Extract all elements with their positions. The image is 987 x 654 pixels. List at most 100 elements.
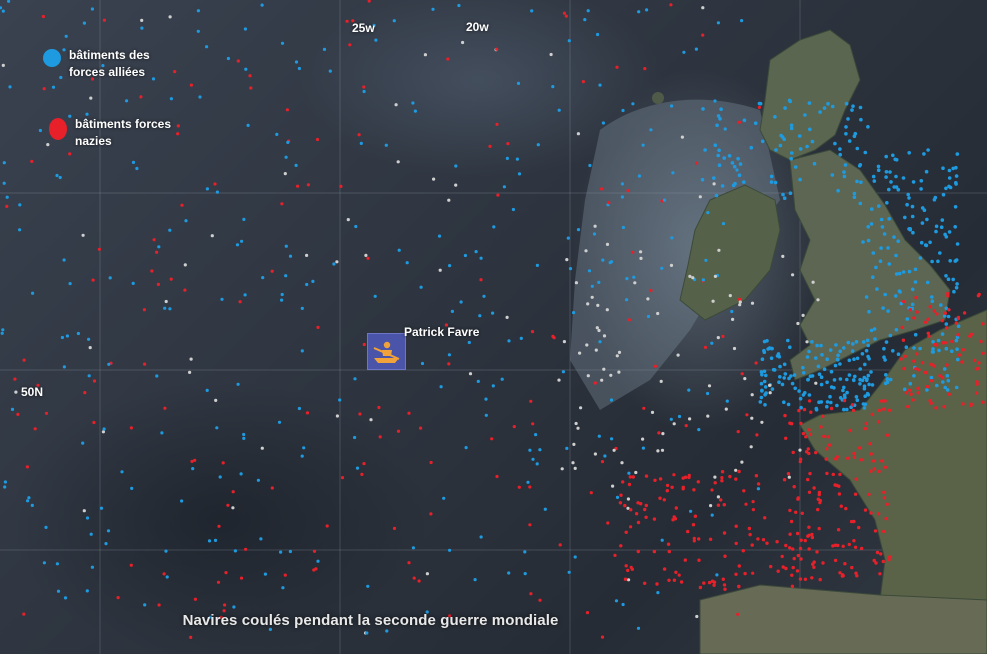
- sunk-ship-dot: [701, 107, 705, 111]
- sunk-ship-dot: [644, 474, 649, 478]
- sunk-ship-dot: [260, 446, 264, 450]
- sunk-ship-dot: [432, 177, 436, 181]
- sunk-ship-dot: [55, 562, 60, 566]
- sunk-ship-dot: [791, 565, 795, 570]
- sunk-ship-dot: [41, 14, 46, 19]
- sunk-ship-dot: [81, 441, 85, 445]
- sunk-ship-dot: [881, 559, 885, 564]
- sunk-ship-dot: [799, 538, 803, 542]
- sunk-ship-dot: [131, 160, 136, 164]
- sunk-ship-dot: [586, 9, 590, 13]
- sunk-ship-dot: [933, 342, 937, 347]
- sunk-ship-dot: [543, 507, 547, 511]
- sunk-ship-dot: [423, 53, 427, 57]
- sunk-ship-dot: [235, 243, 240, 247]
- sunk-ship-dot: [76, 331, 80, 336]
- sunk-ship-dot: [641, 143, 645, 147]
- sunk-ship-dot: [236, 59, 240, 63]
- sunk-ship-dot: [737, 584, 741, 589]
- sunk-ship-dot: [467, 340, 471, 345]
- sunk-ship-dot: [531, 422, 535, 426]
- sunk-ship-dot: [838, 349, 842, 354]
- sunk-ship-dot: [716, 503, 721, 507]
- sunk-ship-dot: [567, 39, 571, 43]
- sunk-ship-dot: [163, 406, 167, 410]
- sunk-ship-dot: [858, 105, 863, 110]
- sunk-ship-dot: [821, 414, 825, 418]
- sunk-ship-dot: [189, 635, 193, 640]
- sunk-ship-dot: [2, 181, 6, 185]
- sunk-ship-dot: [954, 174, 959, 178]
- sunk-ship-dot: [867, 492, 871, 497]
- map-base[interactable]: [0, 0, 987, 654]
- sunk-ship-dot: [910, 302, 915, 307]
- sunk-ship-dot: [866, 125, 870, 129]
- sunk-ship-dot: [803, 538, 807, 543]
- sunk-ship-dot: [800, 511, 804, 515]
- sunk-ship-dot: [874, 265, 878, 270]
- sunk-ship-dot: [660, 538, 664, 542]
- sunk-ship-dot: [142, 308, 146, 312]
- sunk-ship-dot: [637, 174, 642, 178]
- sunk-ship-dot: [798, 396, 803, 401]
- sunk-ship-dot: [911, 230, 915, 235]
- sunk-ship-dot: [951, 166, 955, 171]
- sunk-ship-dot: [755, 433, 759, 437]
- sunk-ship-dot: [807, 547, 811, 551]
- sunk-ship-dot: [852, 191, 857, 196]
- sunk-ship-dot: [645, 8, 649, 12]
- sunk-ship-dot: [780, 135, 785, 139]
- sunk-ship-dot: [523, 572, 527, 576]
- sunk-ship-dot: [392, 19, 396, 23]
- sunk-ship-dot: [884, 154, 888, 159]
- sunk-ship-dot: [960, 360, 964, 364]
- sunk-ship-dot: [373, 294, 377, 298]
- sunk-ship-dot: [242, 217, 246, 221]
- sunk-ship-dot: [838, 362, 842, 366]
- sunk-ship-dot: [951, 277, 955, 282]
- sunk-ship-dot: [887, 408, 892, 412]
- sunk-ship-dot: [340, 476, 345, 480]
- sunk-ship-dot: [102, 427, 106, 431]
- sunk-ship-dot: [745, 413, 749, 417]
- sunk-ship-dot: [305, 253, 309, 257]
- sunk-ship-dot: [797, 408, 801, 413]
- sunk-ship-dot: [798, 177, 802, 182]
- sunk-ship-dot: [183, 288, 187, 292]
- sunk-ship-dot: [566, 236, 570, 240]
- sunk-ship-dot: [807, 349, 811, 354]
- sunk-ship-dot: [538, 598, 542, 602]
- sunk-ship-dot: [242, 432, 246, 437]
- sunk-ship-dot: [420, 361, 425, 366]
- sunk-ship-dot: [876, 164, 881, 169]
- sunk-ship-dot: [284, 244, 288, 248]
- sunk-ship-dot: [938, 374, 942, 378]
- sunk-ship-dot: [692, 488, 696, 492]
- sunk-ship-dot: [10, 407, 15, 411]
- sunk-ship-dot: [561, 370, 566, 374]
- sunk-ship-dot: [656, 591, 660, 595]
- sunk-ship-dot: [431, 7, 435, 11]
- sunk-ship-dot: [5, 195, 9, 199]
- sunk-ship-dot: [717, 248, 721, 252]
- sunk-ship-dot: [851, 342, 855, 346]
- sunk-ship-dot: [799, 557, 803, 561]
- sunk-ship-dot: [805, 144, 809, 149]
- sunk-ship-dot: [870, 412, 874, 417]
- sunk-ship-dot: [625, 298, 629, 302]
- sunk-ship-dot: [528, 485, 532, 489]
- sunk-ship-dot: [903, 354, 907, 358]
- sunk-ship-dot: [632, 275, 636, 279]
- sunk-ship-dot: [885, 502, 889, 506]
- sunk-ship-dot: [411, 101, 415, 105]
- rowing-boat-marker[interactable]: [367, 333, 406, 370]
- sunk-ship-dot: [160, 431, 164, 435]
- sunk-ship-dot: [581, 80, 586, 84]
- sunk-ship-dot: [814, 356, 818, 360]
- sunk-ship-dot: [594, 348, 598, 352]
- sunk-ship-dot: [749, 445, 753, 449]
- sunk-ship-dot: [205, 187, 209, 191]
- sunk-ship-dot: [505, 315, 509, 319]
- sunk-ship-dot: [815, 343, 819, 348]
- sunk-ship-dot: [87, 374, 91, 378]
